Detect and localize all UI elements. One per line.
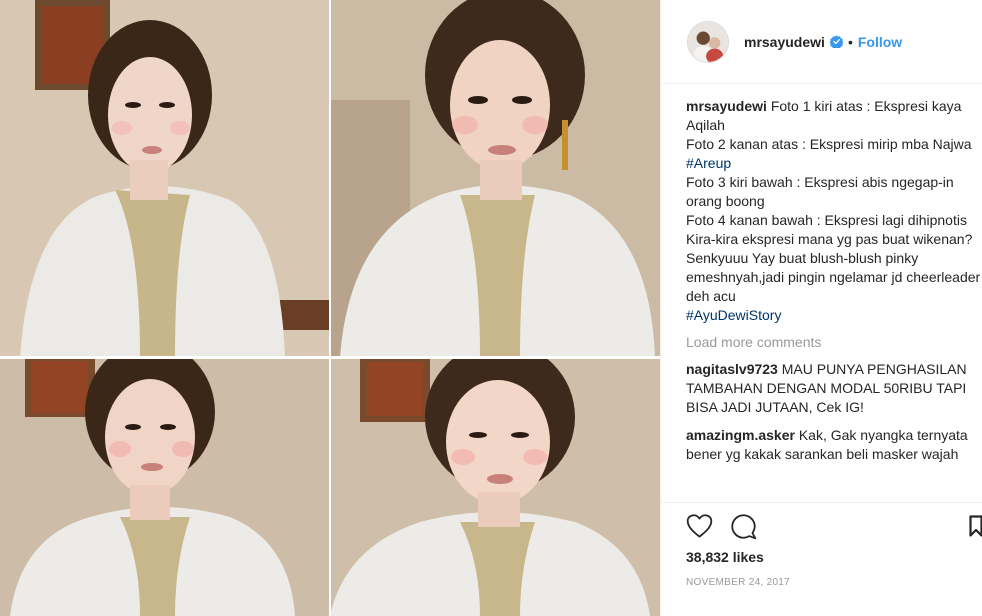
collage-photo-top-right	[330, 0, 660, 357]
comment-item: amazingm.asker Kak, Gak nyangka ternyata…	[686, 426, 982, 464]
caption-line: Senkyuuu Yay buat blush-blush pinky emes…	[686, 249, 982, 306]
caption-line: #AyuDewiStory	[686, 306, 982, 325]
caption-text: Foto 4 kanan bawah : Ekspresi lagi dihip…	[686, 212, 967, 228]
follow-button[interactable]: Follow	[858, 34, 902, 50]
load-more-comments-button[interactable]: Load more comments	[686, 333, 982, 352]
heart-icon[interactable]	[686, 513, 713, 540]
caption-line: Foto 4 kanan bawah : Ekspresi lagi dihip…	[686, 211, 982, 230]
collage-photo-top-left	[0, 0, 330, 357]
verified-badge-icon	[829, 35, 843, 48]
caption-line: Foto 2 kanan atas : Ekspresi mirip mba N…	[686, 135, 982, 173]
bookmark-button[interactable]	[969, 515, 982, 542]
comment-username[interactable]: amazingm.asker	[686, 427, 795, 443]
caption-line: mrsayudewi Foto 1 kiri atas : Ekspresi k…	[686, 97, 982, 135]
collage-photo-bottom-left	[0, 357, 330, 616]
likes-count[interactable]: 38,832 likes	[686, 549, 764, 565]
collage-divider-horizontal	[0, 356, 660, 359]
avatar[interactable]	[687, 20, 729, 63]
caption-username[interactable]: mrsayudewi	[686, 98, 767, 114]
post-side-panel: mrsayudewi • Follow mrsayudewi Foto 1 ki…	[660, 0, 982, 616]
comments-area[interactable]: mrsayudewi Foto 1 kiri atas : Ekspresi k…	[686, 97, 982, 502]
bookmark-icon[interactable]	[969, 515, 982, 537]
collage-photo-bottom-right	[330, 357, 660, 616]
caption-text: Kira-kira ekspresi mana yg pas buat wike…	[686, 231, 973, 247]
caption-text: Foto 2 kanan atas : Ekspresi mirip mba N…	[686, 136, 972, 152]
caption-text: Senkyuuu Yay buat blush-blush pinky emes…	[686, 250, 981, 304]
caption-text: Foto 3 kiri bawah : Ekspresi abis ngegap…	[686, 174, 954, 209]
post-header: mrsayudewi • Follow	[661, 0, 982, 84]
header-separator: •	[847, 33, 853, 50]
post-username[interactable]: mrsayudewi	[744, 34, 825, 50]
post-caption: mrsayudewi Foto 1 kiri atas : Ekspresi k…	[686, 97, 982, 325]
comment-username[interactable]: nagitaslv9723	[686, 361, 778, 377]
caption-line: Foto 3 kiri bawah : Ekspresi abis ngegap…	[686, 173, 982, 211]
hashtag-link[interactable]: #Areup	[686, 155, 731, 171]
post-date: NOVEMBER 24, 2017	[686, 577, 791, 588]
action-icons	[686, 513, 757, 540]
comment-icon[interactable]	[730, 513, 757, 540]
collage-divider-vertical	[329, 0, 331, 616]
hashtag-link[interactable]: #AyuDewiStory	[686, 307, 781, 323]
post-actions: 38,832 likes NOVEMBER 24, 2017	[661, 502, 982, 616]
caption-line: Kira-kira ekspresi mana yg pas buat wike…	[686, 230, 982, 249]
comment-item: nagitaslv9723 MAU PUNYA PENGHASILAN TAMB…	[686, 360, 982, 417]
